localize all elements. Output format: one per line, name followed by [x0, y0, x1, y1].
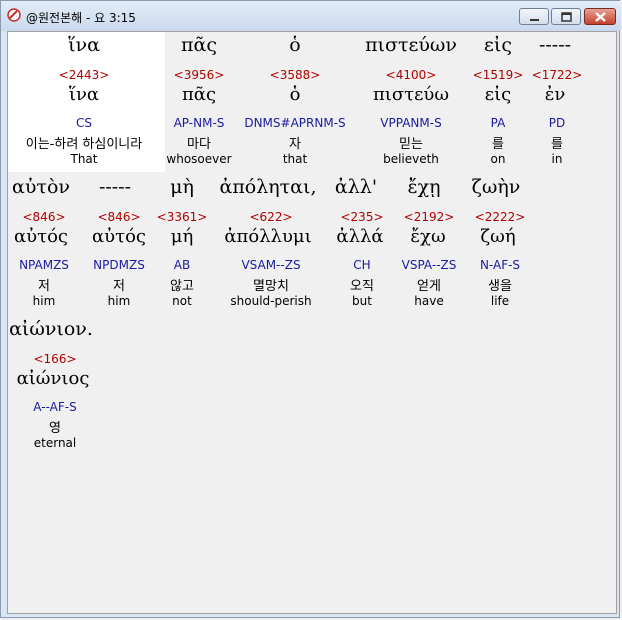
strong-number: <622> [249, 210, 293, 224]
korean-gloss: 믿는 [399, 137, 423, 152]
strong-number: <2443> [58, 68, 110, 82]
word-row: ἵνα <2443> ἵνα CS 이는-하려 하심이니라 That πᾶς <… [8, 34, 618, 174]
parse-code: NPDMZS [93, 258, 145, 272]
maximize-icon [561, 12, 572, 22]
greek-word: εἰς [484, 34, 512, 56]
window-title: @원전본해 - 요 3:15 [26, 11, 136, 25]
korean-gloss: 저 [38, 279, 50, 294]
english-gloss: him [32, 294, 56, 308]
strong-number: <3361> [156, 210, 208, 224]
korean-gloss: 얻게 [417, 279, 441, 294]
greek-word: ----- [98, 176, 132, 198]
parse-code: VSAM--ZS [241, 258, 301, 272]
korean-gloss: 자 [289, 137, 301, 152]
parse-code: CS [76, 116, 92, 130]
greek-word: αἰώνιον. [9, 318, 93, 340]
english-gloss: should-perish [230, 294, 312, 308]
lemma: εἰς [484, 84, 512, 105]
lemma: μή [170, 226, 194, 247]
strong-number: <3956> [173, 68, 225, 82]
maximize-button[interactable] [551, 8, 581, 25]
korean-gloss: 멸망치 [253, 279, 289, 294]
strong-number: <2192> [403, 210, 455, 224]
greek-word: ----- [538, 34, 572, 56]
english-gloss: life [490, 294, 510, 308]
greek-word: ἀλλ' [334, 176, 378, 198]
close-icon [595, 12, 606, 22]
lemma: ζωή [480, 226, 516, 247]
korean-gloss: 생을 [488, 279, 512, 294]
strong-number: <2222> [474, 210, 526, 224]
english-gloss: in [551, 152, 563, 166]
lemma: πιστεύω [372, 84, 450, 105]
close-button[interactable] [584, 8, 616, 25]
korean-gloss: 오직 [350, 279, 374, 294]
word-row: αὐτὸν <846> αὐτός NPAMZS 저 him ----- <84… [8, 176, 618, 316]
lemma: ἀπόλλυμι [224, 226, 312, 247]
lemma: ἀλλά [336, 226, 384, 247]
english-gloss: on [490, 152, 506, 166]
english-gloss: him [107, 294, 131, 308]
korean-gloss: 영 [49, 421, 61, 436]
korean-gloss: 않고 [170, 279, 194, 294]
lemma: ἔχω [410, 226, 446, 247]
english-gloss: not [172, 294, 192, 308]
parse-code: DNMS#APRNM-S [244, 116, 346, 130]
interlinear-panel: ἵνα <2443> ἵνα CS 이는-하려 하심이니라 That πᾶς <… [7, 31, 617, 614]
parse-code: PA [490, 116, 506, 130]
word-row: αἰώνιον. <166> αἰώνιος A--AF-S 영 eternal [8, 318, 618, 458]
korean-gloss: 마다 [187, 137, 211, 152]
english-gloss: have [414, 294, 444, 308]
lemma: ἐν [544, 84, 566, 105]
parse-code: AB [173, 258, 191, 272]
greek-word: ἔχῃ [407, 176, 441, 198]
greek-word: πιστεύων [365, 34, 457, 56]
app-window: @원전본해 - 요 3:15 ἵνα <2443> ἵνα CS 이는-하려 하… [0, 0, 621, 618]
greek-word: αὐτὸν [12, 176, 70, 198]
korean-gloss: 이는-하려 하심이니라 [25, 137, 143, 152]
strong-number: <4100> [385, 68, 437, 82]
english-gloss: That [70, 152, 98, 166]
lemma: πᾶς [181, 84, 217, 105]
english-gloss: that [282, 152, 308, 166]
strong-number: <846> [97, 210, 141, 224]
parse-code: VPPANM-S [380, 116, 442, 130]
parse-code: AP-NM-S [173, 116, 225, 130]
minimize-button[interactable] [519, 8, 549, 25]
greek-word: ἵνα [68, 34, 100, 56]
greek-word: ζωὴν [471, 176, 521, 198]
korean-gloss: 를 [492, 137, 504, 152]
title-bar[interactable]: @원전본해 - 요 3:15 [1, 1, 621, 31]
lemma: ἵνα [68, 84, 100, 105]
english-gloss: eternal [33, 436, 77, 450]
strong-number: <1519> [472, 68, 524, 82]
parse-code: VSPA--ZS [401, 258, 457, 272]
strong-number: <235> [340, 210, 384, 224]
parse-code: NPAMZS [19, 258, 69, 272]
strong-number: <3588> [269, 68, 321, 82]
lemma: αὐτός [14, 226, 68, 247]
parse-code: A--AF-S [33, 400, 77, 414]
greek-word: μὴ [170, 176, 194, 198]
parse-code: N-AF-S [479, 258, 521, 272]
korean-gloss: 저 [113, 279, 125, 294]
strong-number: <1722> [531, 68, 583, 82]
korean-gloss: 를 [551, 137, 563, 152]
greek-word: ὁ [289, 34, 301, 56]
english-gloss: but [352, 294, 372, 308]
lemma: αἰώνιος [16, 368, 90, 389]
english-gloss: believeth [383, 152, 439, 166]
greek-word: ἀπόληται, [219, 176, 317, 198]
lemma: αὐτός [92, 226, 146, 247]
strong-number: <846> [22, 210, 66, 224]
parse-code: PD [548, 116, 566, 130]
minimize-icon [530, 19, 539, 21]
app-icon [7, 8, 21, 22]
lemma: ὁ [289, 84, 301, 105]
english-gloss: whosoever [166, 152, 232, 166]
strong-number: <166> [33, 352, 77, 366]
parse-code: CH [353, 258, 371, 272]
greek-word: πᾶς [181, 34, 217, 56]
